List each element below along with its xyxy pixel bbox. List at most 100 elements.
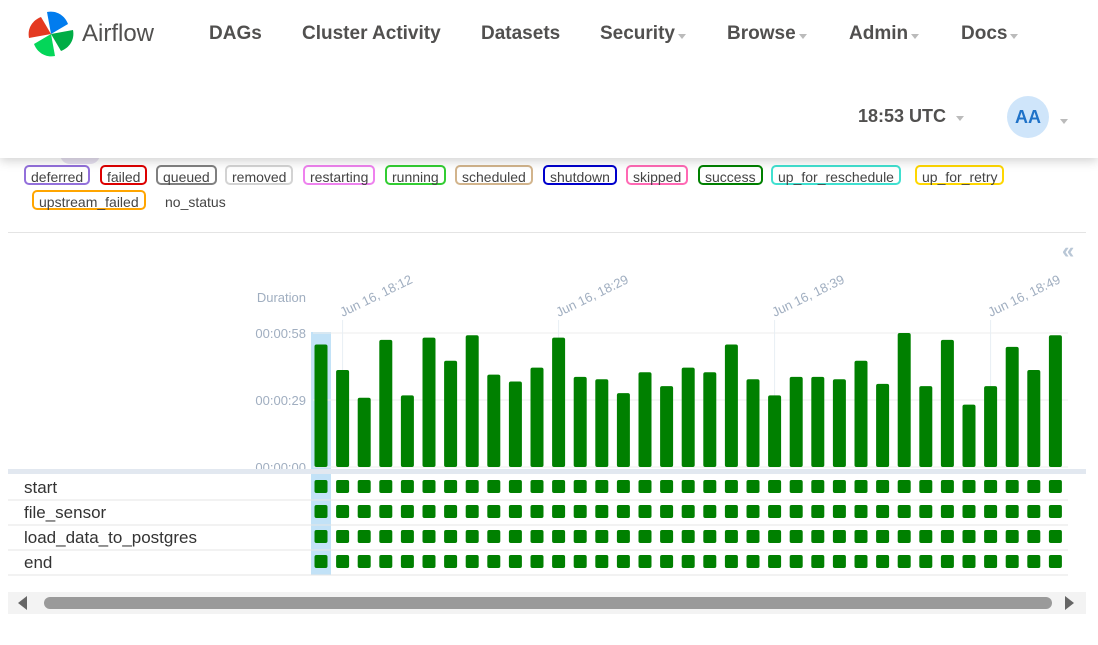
nav-dags[interactable]: DAGs (209, 23, 262, 45)
task-instance-square[interactable] (984, 480, 998, 493)
duration-bar[interactable] (897, 333, 911, 467)
legend-skipped[interactable]: skipped (626, 165, 689, 185)
task-instance-square[interactable] (357, 505, 371, 518)
task-instance-square[interactable] (357, 555, 371, 568)
task-instance-square[interactable] (854, 530, 868, 543)
task-instance-square[interactable] (703, 530, 717, 543)
task-instance-square[interactable] (444, 505, 458, 518)
task-instance-square[interactable] (854, 505, 868, 518)
task-instance-square[interactable] (487, 555, 501, 568)
task-instance-square[interactable] (573, 480, 587, 493)
task-instance-square[interactable] (400, 505, 414, 518)
task-instance-square[interactable] (444, 480, 458, 493)
task-instance-square[interactable] (336, 530, 350, 543)
task-instance-square[interactable] (832, 505, 846, 518)
task-instance-square[interactable] (660, 530, 674, 543)
task-instance-square[interactable] (897, 555, 911, 568)
task-instance-square[interactable] (746, 480, 760, 493)
task-instance-square[interactable] (530, 480, 544, 493)
legend-deferred[interactable]: deferred (24, 165, 91, 185)
task-instance-square[interactable] (573, 530, 587, 543)
task-instance-square[interactable] (681, 530, 695, 543)
task-instance-square[interactable] (595, 530, 609, 543)
task-instance-square[interactable] (595, 505, 609, 518)
nav-cluster-activity[interactable]: Cluster Activity (302, 23, 441, 45)
task-instance-square[interactable] (811, 480, 825, 493)
duration-bar[interactable] (638, 372, 652, 467)
task-instance-square[interactable] (552, 555, 566, 568)
task-instance-square[interactable] (703, 480, 717, 493)
task-instance-square[interactable] (984, 530, 998, 543)
task-instance-square[interactable] (616, 505, 630, 518)
chevron-down-icon[interactable] (1060, 119, 1068, 124)
task-instance-square[interactable] (595, 555, 609, 568)
task-instance-square[interactable] (508, 555, 522, 568)
task-instance-square[interactable] (832, 555, 846, 568)
task-instance-square[interactable] (336, 555, 350, 568)
task-instance-square[interactable] (379, 505, 393, 518)
duration-bar[interactable] (422, 337, 436, 467)
task-instance-square[interactable] (336, 480, 350, 493)
task-instance-square[interactable] (422, 530, 436, 543)
legend-queued[interactable]: queued (156, 165, 217, 185)
task-instance-square[interactable] (552, 480, 566, 493)
brand-link[interactable]: Airflow (26, 9, 154, 59)
task-instance-square[interactable] (746, 505, 760, 518)
task-instance-square[interactable] (573, 555, 587, 568)
task-instance-square[interactable] (897, 480, 911, 493)
task-instance-square[interactable] (465, 480, 479, 493)
task-instance-square[interactable] (1005, 480, 1019, 493)
task-instance-square[interactable] (336, 505, 350, 518)
duration-bar[interactable] (703, 372, 717, 467)
duration-bar[interactable] (854, 360, 868, 467)
task-instance-square[interactable] (530, 505, 544, 518)
task-instance-square[interactable] (422, 480, 436, 493)
duration-bar[interactable] (314, 344, 328, 467)
task-instance-square[interactable] (768, 480, 782, 493)
duration-bar[interactable] (681, 367, 695, 467)
task-instance-square[interactable] (962, 505, 976, 518)
duration-bar[interactable] (811, 376, 825, 467)
task-instance-square[interactable] (768, 530, 782, 543)
legend-shutdown[interactable]: shutdown (543, 165, 617, 185)
task-instance-square[interactable] (1048, 480, 1062, 493)
task-instance-square[interactable] (530, 555, 544, 568)
task-instance-square[interactable] (1048, 505, 1062, 518)
duration-bar[interactable] (595, 379, 609, 467)
task-instance-square[interactable] (703, 505, 717, 518)
task-instance-square[interactable] (724, 505, 738, 518)
task-instance-square[interactable] (616, 555, 630, 568)
task-instance-square[interactable] (400, 480, 414, 493)
task-instance-square[interactable] (530, 530, 544, 543)
scroll-right-arrow-icon[interactable] (1065, 596, 1074, 610)
legend-restarting[interactable]: restarting (303, 165, 376, 185)
task-instance-square[interactable] (703, 555, 717, 568)
duration-bar[interactable] (962, 404, 976, 467)
task-instance-square[interactable] (724, 555, 738, 568)
duration-bar[interactable] (1048, 335, 1062, 467)
duration-bar[interactable] (984, 386, 998, 467)
task-instance-square[interactable] (660, 480, 674, 493)
task-instance-square[interactable] (876, 480, 890, 493)
task-instance-square[interactable] (400, 555, 414, 568)
task-instance-square[interactable] (465, 530, 479, 543)
task-instance-square[interactable] (314, 530, 328, 543)
legend-up-for-reschedule[interactable]: up_for_reschedule (771, 165, 901, 185)
task-instance-square[interactable] (314, 555, 328, 568)
task-instance-square[interactable] (746, 530, 760, 543)
task-instance-square[interactable] (811, 555, 825, 568)
task-instance-square[interactable] (984, 555, 998, 568)
task-instance-square[interactable] (660, 555, 674, 568)
task-instance-square[interactable] (1027, 555, 1041, 568)
task-instance-square[interactable] (854, 480, 868, 493)
task-instance-square[interactable] (616, 480, 630, 493)
legend-no-status[interactable]: no_status (158, 190, 233, 210)
duration-bar[interactable] (552, 337, 566, 467)
task-instance-square[interactable] (919, 530, 933, 543)
duration-bar[interactable] (724, 344, 738, 467)
task-instance-square[interactable] (357, 530, 371, 543)
task-instance-square[interactable] (1005, 530, 1019, 543)
duration-bar[interactable] (746, 379, 760, 467)
task-instance-square[interactable] (897, 530, 911, 543)
task-instance-square[interactable] (811, 530, 825, 543)
